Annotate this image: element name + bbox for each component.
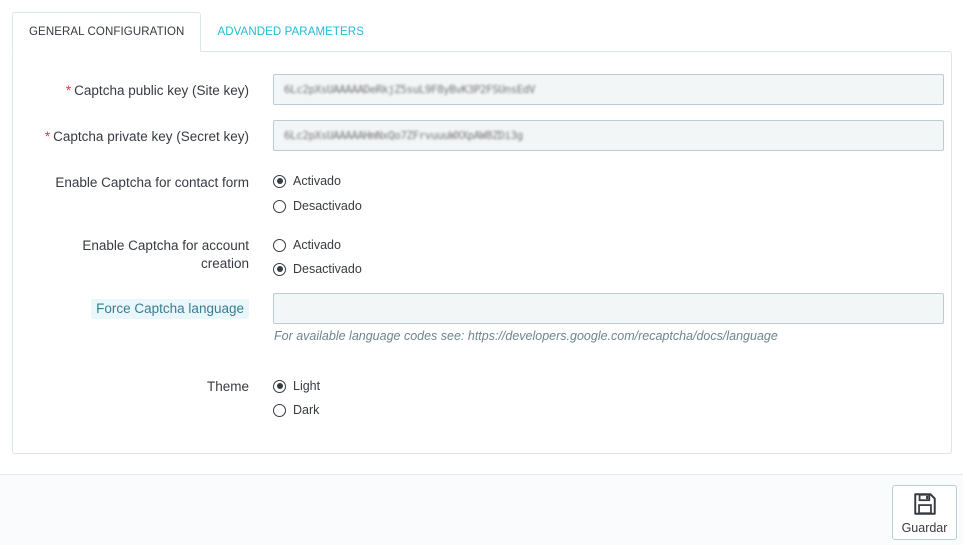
force-language-label[interactable]: Force Captcha language [91,299,249,319]
configuration-panel: * Captcha public key (Site key) 6Lc2pXsUA… [12,51,952,454]
force-language-help: For available language codes see: https:… [274,329,778,343]
contact-form-label: Enable Captcha for contact form [55,175,249,190]
radio-button[interactable] [273,199,286,213]
save-button-label: Guardar [901,520,948,535]
radio-button-checked[interactable] [273,262,286,276]
public-key-label: * Captcha public key (Site key) [65,83,249,98]
account-creation-radio-activado[interactable]: Activado [273,238,341,252]
private-key-value: 6Lc2pXsUAAAAAHmNxQo7ZFrvuuuWXXpAW8ZDi3g [284,129,523,142]
radio-button[interactable] [273,238,286,252]
floppy-disk-icon [913,492,936,515]
private-key-label: * Captcha private key (Secret key) [44,129,249,144]
panel-footer [0,474,963,545]
radio-button-checked[interactable] [273,174,286,188]
public-key-value: 6Lc2pXsUAAAAADeRkjZ5suL9F8yBvK3P2FSUnsEd… [284,83,536,96]
account-creation-label: Enable Captcha for account creation [82,238,249,271]
save-button[interactable]: Guardar [892,485,957,540]
radio-button[interactable] [273,403,286,417]
theme-radio-light[interactable]: Light [273,379,320,393]
tab-bar: General configuration Advanded parameter… [12,12,380,52]
tab-general-configuration[interactable]: General configuration [12,12,202,52]
tab-advanced-parameters[interactable]: Advanded parameters [201,12,380,52]
force-language-input[interactable] [273,293,944,324]
required-mark: * [44,129,51,144]
contact-form-radio-activado[interactable]: Activado [273,174,341,188]
radio-button-checked[interactable] [273,379,286,393]
contact-form-radio-desactivado[interactable]: Desactivado [273,199,362,213]
required-mark: * [65,83,72,98]
account-creation-radio-desactivado[interactable]: Desactivado [273,262,362,276]
theme-radio-dark[interactable]: Dark [273,403,319,417]
public-key-input[interactable]: 6Lc2pXsUAAAAADeRkjZ5suL9F8yBvK3P2FSUnsEd… [273,74,944,105]
private-key-input[interactable]: 6Lc2pXsUAAAAAHmNxQo7ZFrvuuuWXXpAW8ZDi3g [273,120,944,151]
theme-label: Theme [206,379,249,394]
